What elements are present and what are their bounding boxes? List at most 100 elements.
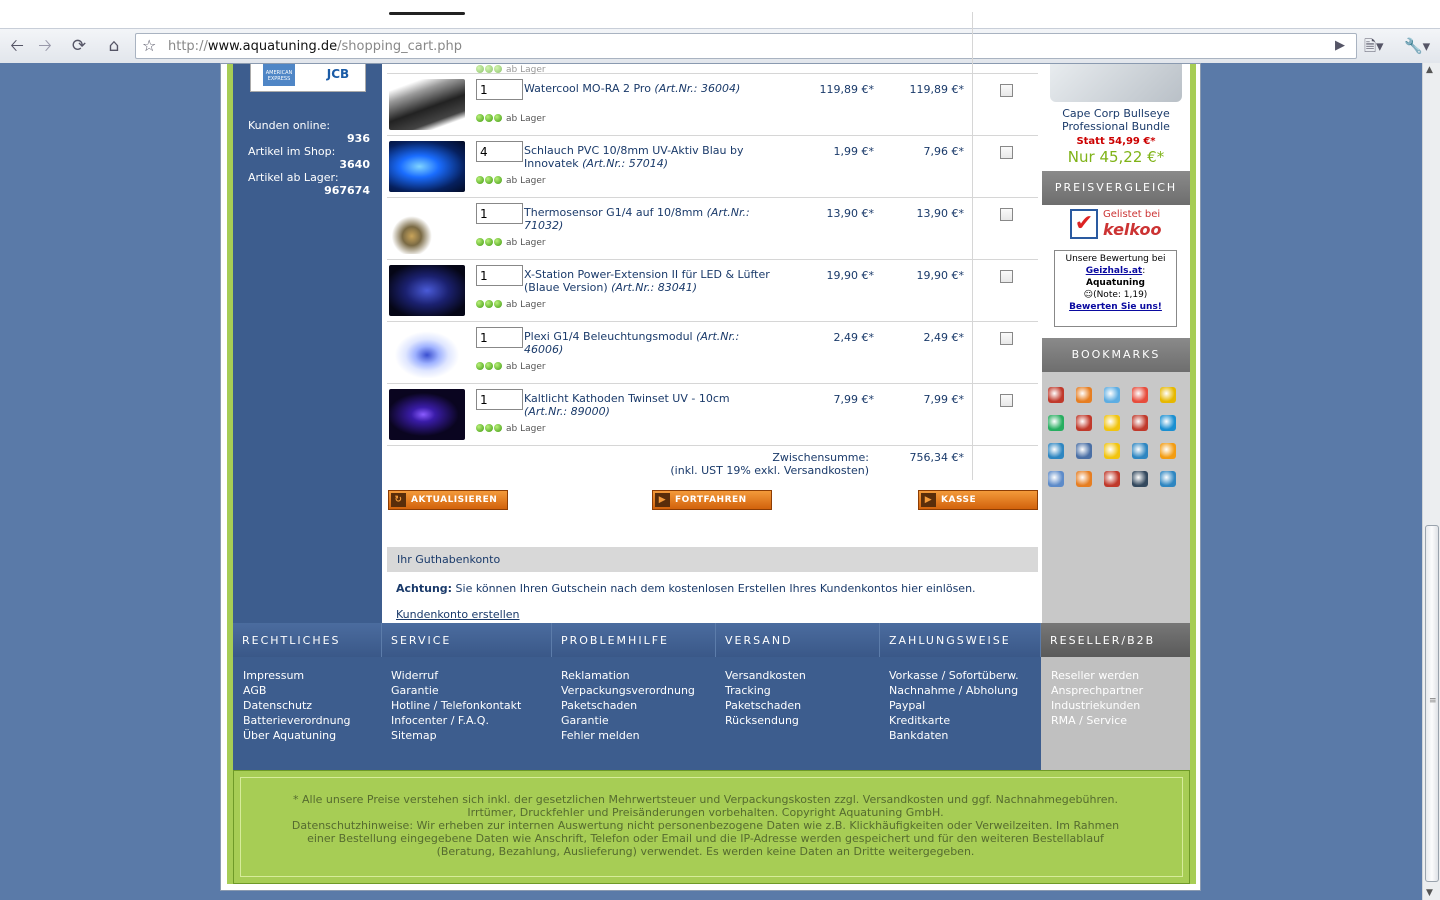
newsvine-icon[interactable] (1132, 471, 1148, 487)
footer-link[interactable]: Impressum (243, 668, 351, 683)
back-arrow-icon[interactable]: 🡠 (5, 34, 29, 58)
footer-link[interactable]: Über Aquatuning (243, 728, 351, 743)
quantity-input[interactable] (476, 203, 523, 224)
checkout-button[interactable]: ▶ KASSE (918, 490, 1038, 510)
scroll-down-icon[interactable]: ▼ (1426, 888, 1433, 898)
quantity-input[interactable] (476, 389, 523, 410)
product-name[interactable]: Watercool MO-RA 2 Pro (Art.Nr.: 36004) (524, 82, 774, 95)
scroll-up-icon[interactable]: ▲ (1426, 65, 1433, 75)
footer-link[interactable]: AGB (243, 683, 351, 698)
remove-checkbox[interactable] (1000, 332, 1013, 345)
google-icon[interactable] (1076, 443, 1092, 459)
continue-button[interactable]: ▶ FORTFAHREN (652, 490, 772, 510)
promo-box[interactable]: Cape Corp Bullseye Professional Bundle S… (1042, 64, 1190, 171)
footer-link[interactable]: Sitemap (391, 728, 521, 743)
linkarena-icon[interactable] (1076, 415, 1092, 431)
oneview-icon[interactable] (1104, 387, 1120, 403)
bookmark-star-icon[interactable]: ☆ (142, 36, 156, 55)
footer-link[interactable]: Tracking (725, 683, 806, 698)
reload-icon[interactable]: ⟳ (67, 34, 91, 58)
footer-link[interactable]: Batterieverordnung (243, 713, 351, 728)
rate-us-link[interactable]: Bewerten Sie uns! (1069, 302, 1162, 312)
footer-link[interactable]: Datenschutz (243, 698, 351, 713)
webnews-icon[interactable] (1048, 443, 1064, 459)
footer-link[interactable]: Fehler melden (561, 728, 695, 743)
remove-checkbox[interactable] (1000, 146, 1013, 159)
footer-link[interactable]: Reseller werden (1051, 668, 1143, 683)
product-name[interactable]: Plexi G1/4 Beleuchtungsmodul (Art.Nr.: 4… (524, 330, 774, 356)
blinklist-icon[interactable] (1048, 471, 1064, 487)
yigg-icon[interactable] (1048, 415, 1064, 431)
product-name[interactable]: Kaltlicht Kathoden Twinset UV - 10cm (Ar… (524, 392, 774, 418)
table-row: Thermosensor G1/4 auf 10/8mm (Art.Nr.: 7… (387, 198, 1038, 260)
go-arrow-icon[interactable]: ▶ (1335, 34, 1349, 58)
footer-link[interactable]: Versandkosten (725, 668, 806, 683)
payment-cards: AMERICAN EXPRESS JCB (250, 64, 366, 92)
quantity-input[interactable] (476, 265, 523, 286)
del-icio-us-icon[interactable] (1132, 415, 1148, 431)
footer-link[interactable]: Paketschaden (561, 698, 695, 713)
create-account-link[interactable]: Kundenkonto erstellen (396, 608, 520, 621)
shipping-costs-link[interactable]: Versandkosten (784, 464, 865, 477)
footer-link[interactable]: Widerruf (391, 668, 521, 683)
stat-label-online: Kunden online: (248, 119, 331, 132)
folkd-icon[interactable] (1104, 443, 1120, 459)
ask-icon[interactable] (1160, 387, 1176, 403)
seekxl-icon[interactable] (1132, 443, 1148, 459)
footer-link[interactable]: Bankdaten (889, 728, 1019, 743)
stumbleupon-icon[interactable] (1076, 471, 1092, 487)
favorites-icon[interactable] (1104, 415, 1120, 431)
quantity-input[interactable] (476, 79, 523, 100)
home-icon[interactable]: ⌂ (102, 34, 126, 58)
geizhals-link[interactable]: Geizhals.at (1086, 266, 1143, 276)
remove-checkbox[interactable] (1000, 84, 1013, 97)
forward-arrow-icon[interactable]: 🡢 (33, 34, 57, 58)
remove-checkbox[interactable] (1000, 394, 1013, 407)
footer-link[interactable]: Ansprechpartner (1051, 683, 1143, 698)
windows-live-icon[interactable] (1132, 387, 1148, 403)
footer-link[interactable]: Rücksendung (725, 713, 806, 728)
product-name[interactable]: Thermosensor G1/4 auf 10/8mm (Art.Nr.: 7… (524, 206, 774, 232)
footer-link[interactable]: Vorkasse / Sofortüberw. (889, 668, 1019, 683)
remove-checkbox[interactable] (1000, 270, 1013, 283)
wrench-menu-icon[interactable]: 🔧▾ (1404, 34, 1430, 58)
footer-link[interactable]: RMA / Service (1051, 713, 1143, 728)
footer-link[interactable]: Verpackungsverordnung (561, 683, 695, 698)
unit-price: 119,89 €* (819, 83, 874, 96)
product-name[interactable]: X-Station Power-Extension II für LED & L… (524, 268, 774, 294)
footer-links-rechtliches: Impressum AGB Datenschutz Batterieverord… (243, 668, 351, 743)
vertical-scrollbar[interactable]: ▲ ≡ ▼ (1422, 63, 1440, 900)
promo-name[interactable]: Cape Corp Bullseye Professional Bundle (1042, 107, 1190, 133)
product-name[interactable]: Schlauch PVC 10/8mm UV-Aktiv Blau by Inn… (524, 144, 774, 170)
remove-checkbox[interactable] (1000, 208, 1013, 221)
product-image (389, 327, 465, 378)
yahoo-icon[interactable] (1104, 471, 1120, 487)
scrollbar-thumb[interactable]: ≡ (1425, 525, 1439, 882)
mister-wong-icon[interactable] (1048, 387, 1064, 403)
footer-link[interactable]: Paypal (889, 698, 1019, 713)
footer-link[interactable]: Reklamation (561, 668, 695, 683)
footer-link[interactable]: Hotline / Telefonkontakt (391, 698, 521, 713)
icio-icon[interactable] (1160, 471, 1176, 487)
stat-label-lager: Artikel ab Lager: (248, 171, 339, 184)
quantity-input[interactable] (476, 141, 523, 162)
kelkoo-text: Gelistet bei (1103, 209, 1161, 220)
play-arrow-icon: ▶ (921, 493, 936, 507)
footer-link[interactable]: Infocenter / F.A.Q. (391, 713, 521, 728)
footer-link[interactable]: Industriekunden (1051, 698, 1143, 713)
update-button[interactable]: ↻ AKTUALISIEREN (388, 490, 508, 510)
subtotal-row: Zwischensumme: (inkl. UST 19% exkl. Vers… (387, 444, 1038, 480)
footer-link[interactable]: Garantie (561, 713, 695, 728)
quantity-input[interactable] (476, 327, 523, 348)
footer-link[interactable]: Kreditkarte (889, 713, 1019, 728)
flickr-icon[interactable] (1160, 443, 1176, 459)
technorati-icon[interactable] (1160, 415, 1176, 431)
furl-icon[interactable] (1076, 387, 1092, 403)
footer-link[interactable]: Nachnahme / Abholung (889, 683, 1019, 698)
footer-link[interactable]: Garantie (391, 683, 521, 698)
footer-link[interactable]: Paketschaden (725, 698, 806, 713)
preisvergleich-header: PREISVERGLEICH (1042, 171, 1190, 205)
kelkoo-badge[interactable]: ✔ Gelistet bei kelkoo (1070, 209, 1166, 243)
page-menu-icon[interactable]: 🗎▾ (1364, 34, 1384, 58)
geizhals-badge: Unsere Bewertung bei Geizhals.at: Aquatu… (1054, 250, 1177, 327)
